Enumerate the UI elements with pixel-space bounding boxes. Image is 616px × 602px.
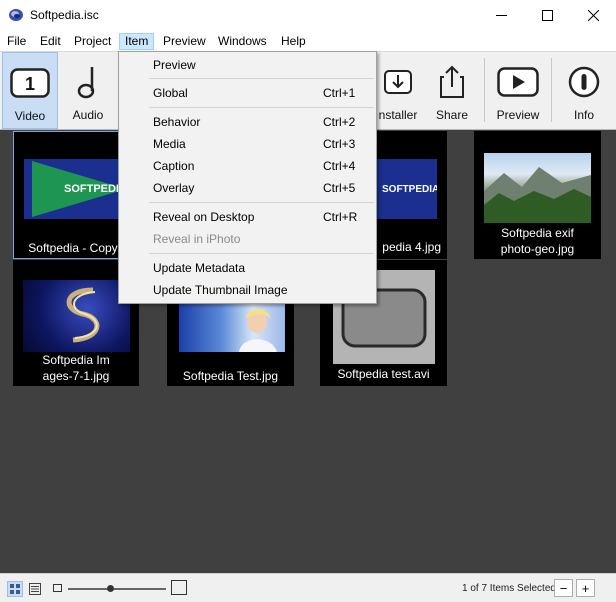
minimize-icon	[495, 15, 507, 16]
remove-item-button[interactable]: −	[554, 579, 573, 597]
svg-text:1: 1	[25, 74, 35, 94]
menu-windows[interactable]: Windows	[213, 33, 272, 50]
share-icon	[440, 65, 464, 98]
menu-file[interactable]: File	[2, 33, 31, 50]
menu-entry-label: Reveal on Desktop	[153, 210, 255, 224]
share-label: Share	[435, 108, 469, 122]
toolbar-separator	[484, 58, 485, 122]
add-item-button[interactable]: +	[576, 579, 595, 597]
audio-button[interactable]: Audio	[60, 52, 116, 129]
menu-entry-preview[interactable]: Preview	[119, 54, 376, 76]
menu-help[interactable]: Help	[276, 33, 311, 50]
portrait-photo	[239, 309, 277, 352]
menu-entry-label: Preview	[153, 58, 196, 72]
mountain-photo	[484, 167, 591, 223]
toolbar-separator	[551, 58, 552, 122]
menu-entry-shortcut: Ctrl+2	[323, 115, 356, 129]
menu-entry-shortcut: Ctrl+R	[323, 210, 358, 224]
menu-entry-label: Update Metadata	[153, 261, 246, 275]
menu-entry-reveal-iphoto: Reveal in iPhoto	[119, 228, 376, 250]
abstract-swirl-image	[66, 287, 100, 343]
menu-entry-caption[interactable]: Caption Ctrl+4	[119, 155, 376, 177]
download-tray-icon	[384, 70, 412, 94]
video-label: Video	[14, 109, 46, 123]
audio-label: Audio	[72, 108, 104, 122]
thumbnail-image: SOFTPEDIA	[24, 159, 128, 219]
item-caption: Softpedia Test.jpg	[182, 369, 279, 383]
item-caption-line1: Softpedia Im	[42, 353, 110, 367]
info-button[interactable]: Info	[558, 52, 610, 129]
menu-entry-behavior[interactable]: Behavior Ctrl+2	[119, 111, 376, 133]
menu-entry-shortcut: Ctrl+4	[323, 159, 356, 173]
menu-separator	[149, 202, 374, 203]
play-overlay-icon: SOFTPEDIA	[32, 161, 127, 217]
minimize-button[interactable]	[478, 0, 524, 31]
menu-entry-reveal-desktop[interactable]: Reveal on Desktop Ctrl+R	[119, 206, 376, 228]
menu-entry-label: Overlay	[153, 181, 195, 195]
info-label: Info	[573, 108, 594, 122]
menu-entry-shortcut: Ctrl+5	[323, 181, 356, 195]
menu-entry-label: Caption	[153, 159, 195, 173]
maximize-icon	[541, 10, 553, 21]
close-button[interactable]	[570, 0, 616, 31]
close-icon	[587, 10, 599, 21]
number-one-icon: 1	[10, 68, 50, 98]
item-menu-dropdown: Preview Global Ctrl+1 Behavior Ctrl+2 Me…	[118, 51, 377, 304]
menu-entry-label: Media	[153, 137, 186, 151]
menu-separator	[149, 253, 374, 254]
item-caption-line2: ages-7-1.jpg	[42, 369, 110, 383]
thumbnail-image	[23, 280, 130, 352]
info-icon	[568, 66, 600, 98]
menu-separator	[149, 107, 374, 108]
menu-entry-label: Behavior	[153, 115, 201, 129]
menu-entry-label: Update Thumbnail Image	[153, 283, 288, 297]
thumbnail-image	[179, 304, 285, 352]
item-thumbnail[interactable]: Softpedia exif photo-geo.jpg	[474, 131, 601, 259]
menu-separator	[149, 78, 374, 79]
grid-view-button[interactable]	[7, 581, 23, 597]
menu-entry-update-thumbnail[interactable]: Update Thumbnail Image	[119, 279, 376, 301]
menu-entry-media[interactable]: Media Ctrl+3	[119, 133, 376, 155]
grid-view-icon	[10, 584, 20, 594]
zoom-slider-thumb[interactable]	[107, 585, 114, 592]
preview-label: Preview	[496, 108, 540, 122]
installer-label: nstaller	[378, 108, 418, 122]
menu-entry-shortcut: Ctrl+3	[323, 137, 356, 151]
thumbnail-image	[484, 153, 591, 223]
menu-entry-shortcut: Ctrl+1	[323, 86, 356, 100]
status-bar: 1 of 7 Items Selected − +	[0, 573, 616, 602]
large-thumbnail-icon	[171, 580, 187, 595]
window-title: Softpedia.isc	[30, 8, 99, 22]
selection-status: 1 of 7 Items Selected	[462, 583, 556, 594]
menu-item[interactable]: Item	[119, 33, 155, 50]
video-button[interactable]: 1 Video	[2, 52, 58, 129]
zoom-slider-track[interactable]	[68, 588, 166, 590]
menu-edit[interactable]: Edit	[35, 33, 66, 50]
item-caption-line1: Softpedia exif	[501, 226, 574, 240]
item-caption: Softpedia test.avi	[337, 367, 430, 381]
menu-entry-update-metadata[interactable]: Update Metadata	[119, 257, 376, 279]
music-note-icon	[77, 67, 95, 99]
small-thumbnail-icon	[53, 584, 62, 592]
menu-preview[interactable]: Preview	[158, 33, 211, 50]
maximize-button[interactable]	[524, 0, 570, 31]
menu-project[interactable]: Project	[69, 33, 116, 50]
list-view-button[interactable]	[27, 581, 43, 597]
menu-entry-overlay[interactable]: Overlay Ctrl+5	[119, 177, 376, 199]
softpedia-logo-text: SOFTPEDIA	[382, 184, 437, 195]
title-bar: Softpedia.isc	[0, 0, 616, 31]
list-view-icon	[29, 583, 41, 595]
menu-entry-label: Reveal in iPhoto	[153, 232, 241, 246]
item-caption-line2: photo-geo.jpg	[500, 242, 575, 256]
menu-entry-label: Global	[153, 86, 188, 100]
installer-button[interactable]: nstaller	[377, 52, 419, 129]
menu-entry-global[interactable]: Global Ctrl+1	[119, 82, 376, 104]
menu-bar: File Edit Project Item Preview Windows H…	[0, 31, 616, 51]
preview-button[interactable]: Preview	[490, 52, 546, 129]
share-button[interactable]: Share	[426, 52, 478, 129]
play-icon	[497, 67, 539, 97]
iscripts-swirl-icon	[9, 9, 23, 21]
